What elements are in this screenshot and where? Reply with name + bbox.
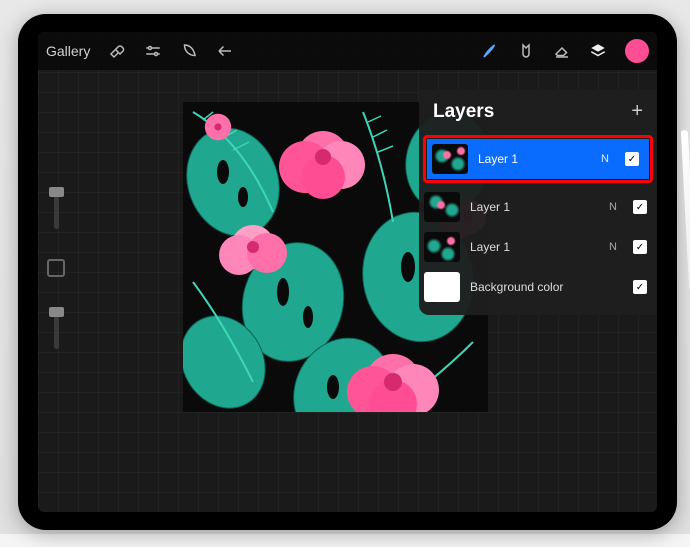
top-toolbar: Gallery xyxy=(38,32,657,70)
modify-button[interactable] xyxy=(47,259,65,277)
layer-visibility-checkbox[interactable]: ✓ xyxy=(633,200,647,214)
slider-thumb[interactable] xyxy=(49,307,64,317)
brush-icon[interactable] xyxy=(481,42,499,60)
add-layer-button[interactable]: + xyxy=(631,100,643,123)
wrench-icon[interactable] xyxy=(108,42,126,60)
layer-visibility-checkbox[interactable]: ✓ xyxy=(633,280,647,294)
layer-row[interactable]: Layer 1 N ✓ xyxy=(427,139,649,179)
layer-row[interactable]: Background color ✓ xyxy=(419,267,657,307)
app-screen: Gallery xyxy=(38,32,657,512)
layer-name-label: Layer 1 xyxy=(478,152,591,166)
layers-panel-header: Layers + xyxy=(419,90,657,135)
gallery-button[interactable]: Gallery xyxy=(46,43,90,59)
layer-name-label: Layer 1 xyxy=(470,200,599,214)
layer-thumbnail[interactable] xyxy=(424,192,460,222)
layer-row[interactable]: Layer 1 N ✓ xyxy=(419,187,657,227)
layer-name-label: Layer 1 xyxy=(470,240,599,254)
selection-icon[interactable] xyxy=(180,42,198,60)
layer-thumbnail[interactable] xyxy=(432,144,468,174)
color-picker-swatch[interactable] xyxy=(625,39,649,63)
layer-thumbnail[interactable] xyxy=(424,272,460,302)
toolbar-left-group: Gallery xyxy=(46,42,234,60)
layers-panel: Layers + Layer 1 N ✓ xyxy=(419,90,657,315)
transform-icon[interactable] xyxy=(216,42,234,60)
tutorial-highlight-frame: Layer 1 N ✓ xyxy=(423,135,653,183)
toolbar-right-group xyxy=(481,39,649,63)
slider-thumb[interactable] xyxy=(49,187,64,197)
ipad-device-frame: Gallery xyxy=(18,14,677,530)
layer-row[interactable]: Layer 1 N ✓ xyxy=(419,227,657,267)
layers-icon[interactable] xyxy=(589,42,607,60)
layer-thumbnail[interactable] xyxy=(424,232,460,262)
eraser-icon[interactable] xyxy=(553,42,571,60)
blend-mode-label[interactable]: N xyxy=(601,153,609,165)
layers-panel-title: Layers xyxy=(433,101,494,123)
layer-visibility-checkbox[interactable]: ✓ xyxy=(625,152,639,166)
smudge-icon[interactable] xyxy=(517,42,535,60)
blend-mode-label[interactable]: N xyxy=(609,241,617,253)
layer-visibility-checkbox[interactable]: ✓ xyxy=(633,240,647,254)
adjustments-icon[interactable] xyxy=(144,42,162,60)
blend-mode-label[interactable]: N xyxy=(609,201,617,213)
brush-opacity-slider[interactable] xyxy=(54,307,59,349)
side-tool-rail xyxy=(44,187,68,349)
brush-size-slider[interactable] xyxy=(54,187,59,229)
layer-name-label: Background color xyxy=(470,280,607,294)
